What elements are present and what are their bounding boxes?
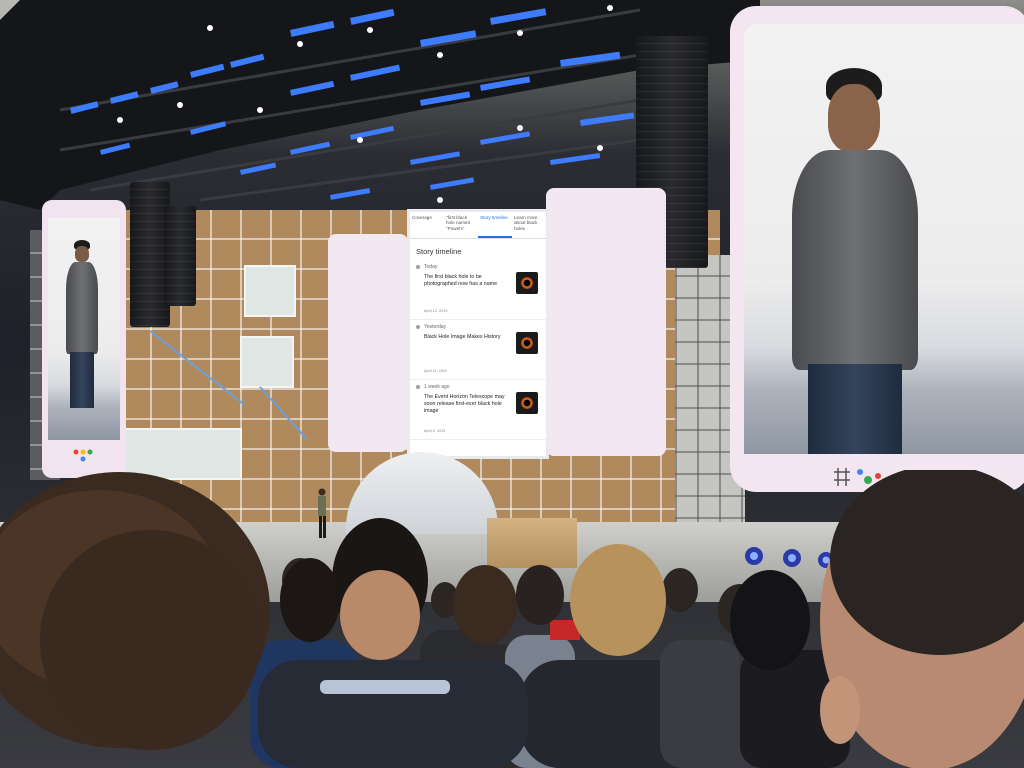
timeline-date: April 12, 2019: [424, 309, 448, 313]
timeline-item: Yesterday Black Hole Image Makes History…: [410, 320, 546, 380]
timeline-when: 1 week ago: [424, 384, 450, 390]
timeline-headline: The Event Horizon Telescope may soon rel…: [424, 394, 505, 414]
tab-learn-more: Learn more about black holes: [514, 215, 538, 231]
timeline-item: Today The first black hole to be photogr…: [410, 260, 546, 320]
timeline-headline: The first black hole to be photographed …: [424, 274, 498, 287]
timeline-dot-icon: [416, 325, 420, 329]
black-hole-thumbnail: [516, 392, 538, 414]
center-screen-left-panel: [328, 234, 408, 452]
tab-coverage: Coverage: [412, 215, 432, 220]
timeline-date: April 11, 2019: [424, 369, 448, 373]
timeline-date: April 5, 2019: [424, 429, 446, 433]
keynote-scene: Coverage "first black hole named "Powehi…: [0, 0, 1024, 768]
wall-tile: [240, 336, 294, 388]
audience: [0, 470, 1024, 768]
timeline-item: 1 week ago The Event Horizon Telescope m…: [410, 380, 546, 440]
google-logo-mark: [72, 448, 96, 462]
timeline-headline: Black Hole Image Makes History: [424, 334, 501, 340]
timeline-when: Yesterday: [424, 324, 447, 330]
speaker-video-right: [744, 24, 1024, 454]
center-screen-right-panel: [546, 188, 666, 456]
speaker-figure: [764, 68, 934, 458]
side-screen-left: [42, 200, 126, 478]
black-hole-thumbnail: [516, 272, 538, 294]
tab-story-timeline: Story timeline: [478, 212, 512, 238]
news-app-screen: Coverage "first black hole named "Powehi…: [410, 212, 546, 456]
speaker-figure: [62, 240, 102, 440]
wall-tile: [244, 265, 296, 317]
timeline-heading: Story timeline: [416, 247, 462, 256]
speaker-video-left: [48, 218, 120, 440]
timeline-dot-icon: [416, 265, 420, 269]
speaker-array: [164, 206, 196, 306]
tab-powehi: "first black hole named "Powehi": [446, 215, 471, 231]
timeline-dot-icon: [416, 385, 420, 389]
tab-bar: Coverage "first black hole named "Powehi…: [410, 212, 546, 239]
timeline-when: Today: [424, 264, 438, 270]
side-screen-right: [730, 6, 1024, 492]
black-hole-thumbnail: [516, 332, 538, 354]
